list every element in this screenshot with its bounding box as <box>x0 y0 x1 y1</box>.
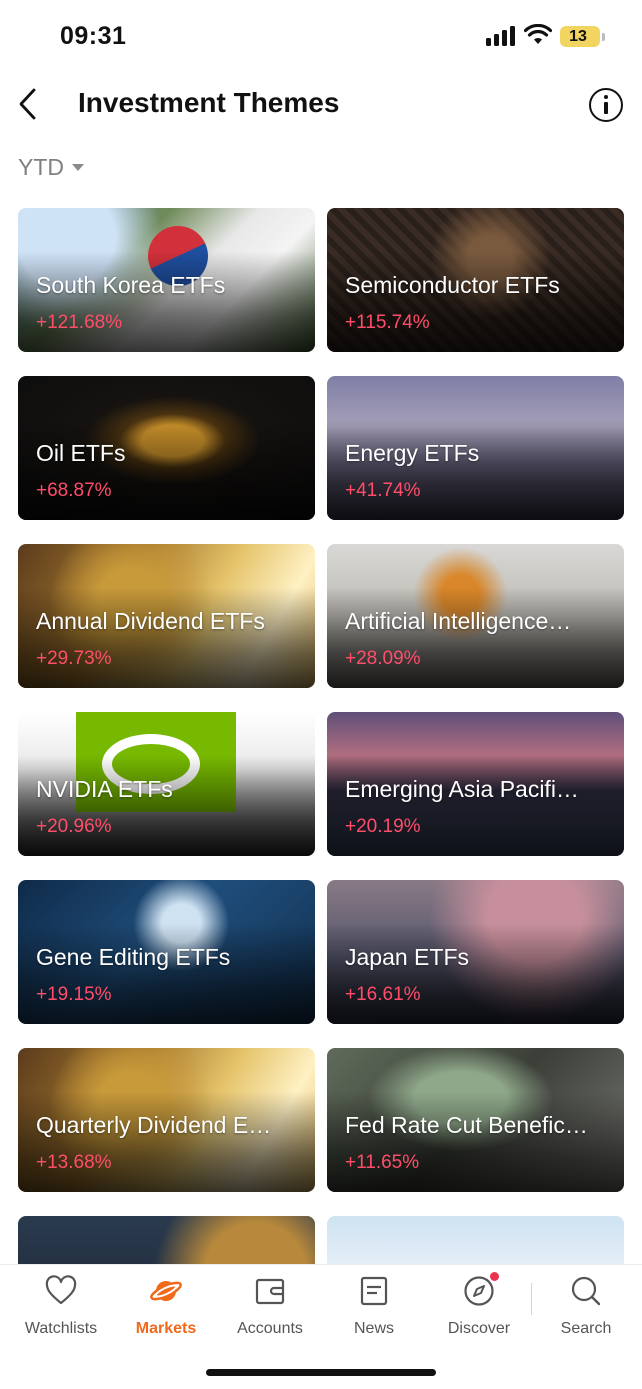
theme-name: Oil ETFs <box>36 440 126 466</box>
tab-label: Markets <box>135 1320 197 1337</box>
theme-name: Annual Dividend ETFs <box>36 608 265 634</box>
heart-icon <box>45 1275 77 1305</box>
info-icon <box>604 95 608 99</box>
theme-card-annual-dividend[interactable]: Annual Dividend ETFs +29.73% <box>18 544 315 688</box>
theme-name: Gene Editing ETFs <box>36 944 231 970</box>
theme-name: NVIDIA ETFs <box>36 776 173 802</box>
theme-name: Fed Rate Cut Benefic… <box>345 1112 588 1138</box>
caret-down-icon <box>72 163 84 171</box>
period-label: YTD <box>18 153 64 180</box>
theme-name: Energy ETFs <box>345 440 480 466</box>
theme-change: +68.87% <box>36 480 112 501</box>
theme-card-oil[interactable]: Oil ETFs +68.87% <box>18 376 315 520</box>
search-icon <box>571 1276 601 1306</box>
theme-card-artificial-intelligence[interactable]: Artificial Intelligence… +28.09% <box>327 544 624 688</box>
info-button[interactable] <box>589 88 623 122</box>
tab-label: Search <box>560 1320 612 1337</box>
tab-watchlists[interactable]: Watchlists <box>11 1275 111 1345</box>
theme-change: +29.73% <box>36 648 112 669</box>
theme-change: +28.09% <box>345 648 421 669</box>
page-title: Investment Themes <box>78 87 340 118</box>
tab-markets[interactable]: Markets <box>116 1275 216 1345</box>
status-bar: 09:31 13 <box>0 0 642 72</box>
theme-change: +20.96% <box>36 816 112 837</box>
theme-card-semiconductor[interactable]: Semiconductor ETFs +115.74% <box>327 208 624 352</box>
tab-accounts[interactable]: Accounts <box>220 1275 320 1345</box>
theme-name: Semiconductor ETFs <box>345 272 560 298</box>
theme-card-fed-rate-cut[interactable]: Fed Rate Cut Benefic… +11.65% <box>327 1048 624 1192</box>
tab-divider <box>531 1283 532 1315</box>
theme-card-emerging-asia[interactable]: Emerging Asia Pacifi… +20.19% <box>327 712 624 856</box>
planet-icon <box>150 1281 182 1301</box>
theme-card-quarterly-dividend[interactable]: Quarterly Dividend E… +13.68% <box>18 1048 315 1192</box>
themes-grid: South Korea ETFs +121.68% Semiconductor … <box>18 208 624 1264</box>
tab-discover[interactable]: Discover <box>429 1272 529 1345</box>
tab-label: News <box>353 1320 394 1337</box>
tab-label: Discover <box>447 1320 511 1337</box>
tab-label: Accounts <box>237 1320 303 1337</box>
theme-card-energy[interactable]: Energy ETFs +41.74% <box>327 376 624 520</box>
home-indicator[interactable] <box>206 1369 436 1376</box>
theme-change: +13.68% <box>36 1152 112 1173</box>
wallet-icon <box>255 1278 285 1305</box>
theme-change: +20.19% <box>345 816 421 837</box>
compass-icon <box>464 1276 494 1306</box>
period-dropdown[interactable]: YTD <box>18 152 84 182</box>
tab-search[interactable]: Search <box>536 1275 636 1345</box>
theme-change: +19.15% <box>36 984 112 1005</box>
theme-change: +121.68% <box>36 312 123 333</box>
theme-name: South Korea ETFs <box>36 272 226 298</box>
wifi-icon <box>524 24 552 44</box>
battery-icon: 13 <box>560 26 605 47</box>
theme-card-japan[interactable]: Japan ETFs +16.61% <box>327 880 624 1024</box>
cellular-signal-icon <box>486 26 516 46</box>
theme-name: Japan ETFs <box>345 944 469 970</box>
theme-change: +41.74% <box>345 480 421 501</box>
notification-dot <box>490 1272 499 1281</box>
theme-change: +115.74% <box>345 312 430 333</box>
header: Investment Themes <box>0 78 642 132</box>
theme-name: Quarterly Dividend E… <box>36 1112 272 1138</box>
theme-card-south-korea[interactable]: South Korea ETFs +121.68% <box>18 208 315 352</box>
back-button[interactable] <box>14 86 44 122</box>
theme-card-nvidia[interactable]: NVIDIA ETFs +20.96% <box>18 712 315 856</box>
theme-name: Artificial Intelligence… <box>345 608 572 634</box>
theme-card-gene-editing[interactable]: Gene Editing ETFs +19.15% <box>18 880 315 1024</box>
tab-label: Watchlists <box>24 1320 98 1337</box>
theme-change: +11.65% <box>345 1152 420 1173</box>
theme-card-partial[interactable] <box>327 1216 624 1264</box>
tab-news[interactable]: News <box>324 1275 424 1345</box>
theme-change: +16.61% <box>345 984 421 1005</box>
theme-name: Emerging Asia Pacifi… <box>345 776 579 802</box>
battery-level: 13 <box>569 28 587 45</box>
status-time: 09:31 <box>60 22 127 50</box>
theme-card-partial[interactable] <box>18 1216 315 1264</box>
news-icon <box>360 1276 388 1306</box>
